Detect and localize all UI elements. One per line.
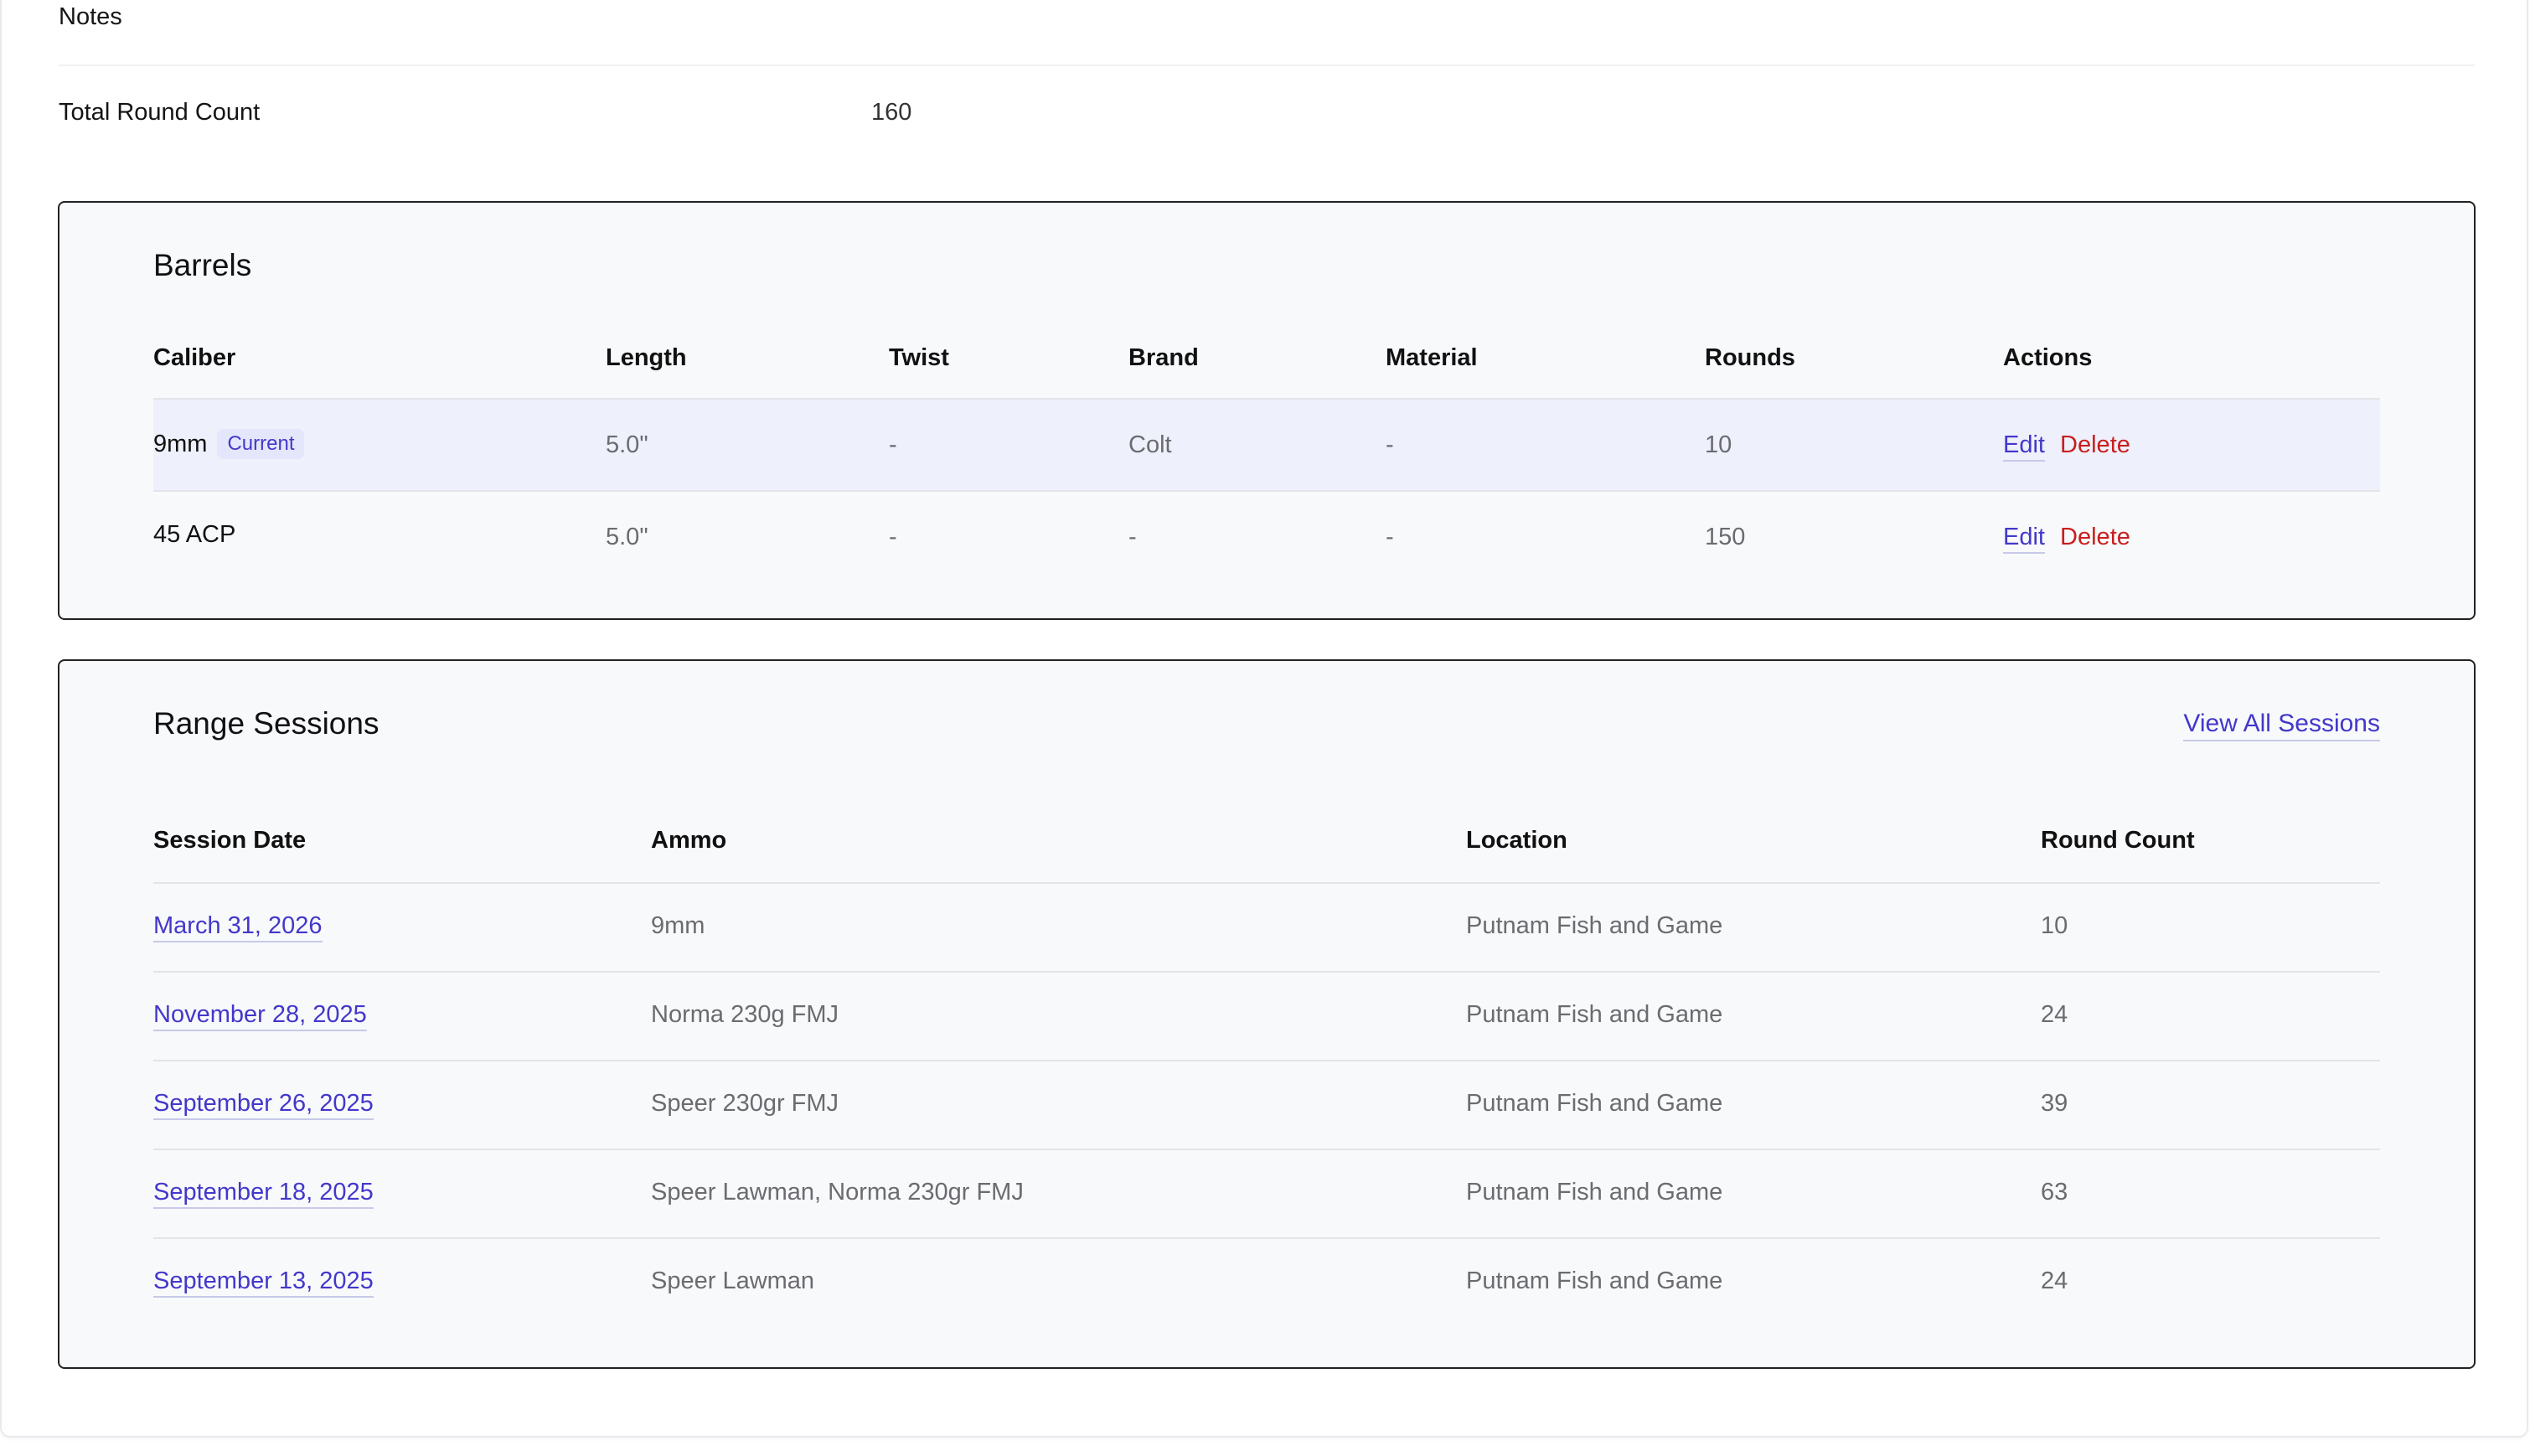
column-header-round-count: Round Count xyxy=(2041,827,2195,854)
session-ammo: 9mm xyxy=(651,912,705,939)
column-header-rounds: Rounds xyxy=(1705,344,1795,371)
range-sessions-panel: Range Sessions View All Sessions Session… xyxy=(58,659,2476,1369)
session-location: Putnam Fish and Game xyxy=(1466,1179,1723,1206)
edit-barrel-button[interactable]: Edit xyxy=(2003,524,2045,554)
barrel-row-current: 9mm Current 5.0" - Colt - 10 Edit Delete xyxy=(153,400,2380,490)
session-location: Putnam Fish and Game xyxy=(1466,912,1723,939)
session-round-count: 24 xyxy=(2041,1001,2068,1028)
total-round-count-label: Total Round Count xyxy=(59,99,261,126)
session-date: March 31, 2026 xyxy=(153,912,323,942)
barrel-actions: Edit Delete xyxy=(2003,524,2130,554)
barrel-brand: - xyxy=(1128,524,1137,550)
column-header-caliber: Caliber xyxy=(153,344,236,371)
session-round-count: 24 xyxy=(2041,1268,2068,1294)
edit-barrel-button[interactable]: Edit xyxy=(2003,431,2045,462)
session-location: Putnam Fish and Game xyxy=(1466,1001,1723,1028)
column-header-session-date: Session Date xyxy=(153,827,307,854)
session-date-link[interactable]: September 26, 2025 xyxy=(153,1090,374,1120)
barrel-length: 5.0" xyxy=(606,431,648,458)
session-date-link[interactable]: March 31, 2026 xyxy=(153,912,323,942)
session-date: September 18, 2025 xyxy=(153,1179,374,1209)
barrel-material: - xyxy=(1386,431,1394,458)
barrel-twist: - xyxy=(889,431,897,458)
barrel-rounds: 10 xyxy=(1705,431,1732,458)
barrel-actions: Edit Delete xyxy=(2003,431,2130,462)
column-header-twist: Twist xyxy=(889,344,949,371)
barrel-rounds: 150 xyxy=(1705,524,1746,550)
firearm-detail-card: Notes Total Round Count 160 Barrels Cali… xyxy=(0,0,2528,1438)
barrel-twist: - xyxy=(889,524,897,550)
session-date-link[interactable]: September 13, 2025 xyxy=(153,1268,374,1298)
barrel-row: 45 ACP 5.0" - - - 150 Edit Delete xyxy=(153,492,2380,582)
session-round-count: 39 xyxy=(2041,1090,2068,1117)
delete-barrel-button[interactable]: Delete xyxy=(2060,524,2130,550)
session-location: Putnam Fish and Game xyxy=(1466,1268,1723,1294)
column-header-actions: Actions xyxy=(2003,344,2093,371)
session-ammo: Speer Lawman, Norma 230gr FMJ xyxy=(651,1179,1024,1206)
barrel-caliber: 9mm Current xyxy=(153,429,305,459)
session-round-count: 10 xyxy=(2041,912,2068,939)
barrel-length: 5.0" xyxy=(606,524,648,550)
current-badge: Current xyxy=(217,429,305,459)
column-header-length: Length xyxy=(606,344,687,371)
barrels-title: Barrels xyxy=(153,248,252,282)
range-sessions-title: Range Sessions xyxy=(153,706,380,741)
session-ammo: Speer 230gr FMJ xyxy=(651,1090,839,1117)
session-row: September 13, 2025 Speer Lawman Putnam F… xyxy=(153,1239,2380,1326)
column-header-material: Material xyxy=(1386,344,1478,371)
notes-label: Notes xyxy=(59,3,122,30)
barrel-brand: Colt xyxy=(1128,431,1172,458)
barrel-material: - xyxy=(1386,524,1394,550)
delete-barrel-button[interactable]: Delete xyxy=(2060,431,2130,458)
session-row: September 26, 2025 Speer 230gr FMJ Putna… xyxy=(153,1061,2380,1149)
session-ammo: Norma 230g FMJ xyxy=(651,1001,839,1028)
session-date-link[interactable]: September 18, 2025 xyxy=(153,1179,374,1209)
session-date-link[interactable]: November 28, 2025 xyxy=(153,1001,367,1031)
total-round-count-value: 160 xyxy=(871,99,912,126)
column-header-location: Location xyxy=(1466,827,1567,854)
session-ammo: Speer Lawman xyxy=(651,1268,815,1294)
barrel-caliber-text: 9mm xyxy=(153,431,208,457)
divider xyxy=(59,65,2475,66)
session-row: March 31, 2026 9mm Putnam Fish and Game … xyxy=(153,884,2380,971)
view-all-sessions-link[interactable]: View All Sessions xyxy=(2183,710,2380,741)
column-header-brand: Brand xyxy=(1128,344,1199,371)
session-date: September 26, 2025 xyxy=(153,1090,374,1120)
barrels-panel: Barrels Caliber Length Twist Brand Mater… xyxy=(58,201,2476,620)
session-date: November 28, 2025 xyxy=(153,1001,367,1031)
session-location: Putnam Fish and Game xyxy=(1466,1090,1723,1117)
session-row: September 18, 2025 Speer Lawman, Norma 2… xyxy=(153,1150,2380,1237)
session-row: November 28, 2025 Norma 230g FMJ Putnam … xyxy=(153,973,2380,1060)
session-round-count: 63 xyxy=(2041,1179,2068,1206)
barrel-caliber: 45 ACP xyxy=(153,521,236,548)
session-date: September 13, 2025 xyxy=(153,1268,374,1298)
column-header-ammo: Ammo xyxy=(651,827,727,854)
